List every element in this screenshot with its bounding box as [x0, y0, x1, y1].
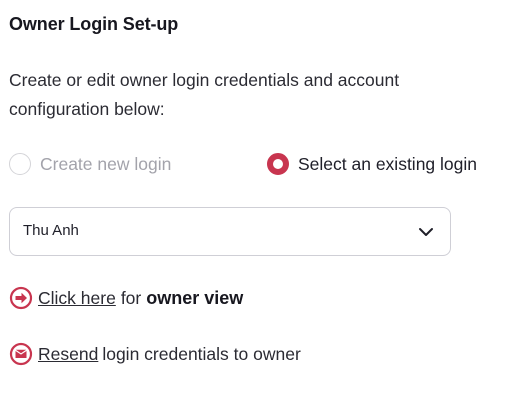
owner-view-connector-text: for [120, 287, 142, 308]
radio-create-new-login[interactable]: Create new login [9, 150, 171, 178]
owner-view-row: Click here for owner view [9, 285, 243, 311]
envelope-circle-icon[interactable] [9, 342, 33, 366]
owner-view-emphasis: owner view [146, 287, 244, 308]
radio-select-existing-login[interactable]: Select an existing login [267, 150, 477, 178]
chevron-down-icon[interactable] [418, 225, 434, 239]
resend-description-text: login credentials to owner [102, 343, 301, 364]
resend-link[interactable]: Resend [38, 344, 98, 365]
existing-login-select-value: Thu Anh [23, 222, 79, 239]
radio-select-existing-login-label: Select an existing login [298, 153, 477, 174]
arrow-right-circle-icon[interactable] [9, 286, 33, 310]
login-mode-radio-group: Create new login Select an existing logi… [9, 150, 516, 178]
existing-login-select[interactable]: Thu Anh [9, 207, 451, 256]
radio-create-new-login-label: Create new login [40, 153, 172, 174]
owner-view-link[interactable]: Click here [38, 288, 116, 309]
page-description: Create or edit owner login credentials a… [9, 70, 400, 119]
page-title: Owner Login Set-up [9, 14, 179, 34]
radio-unchecked-icon[interactable] [9, 153, 31, 175]
resend-credentials-row: Resend login credentials to owner [9, 341, 301, 367]
radio-checked-icon[interactable] [267, 153, 289, 175]
